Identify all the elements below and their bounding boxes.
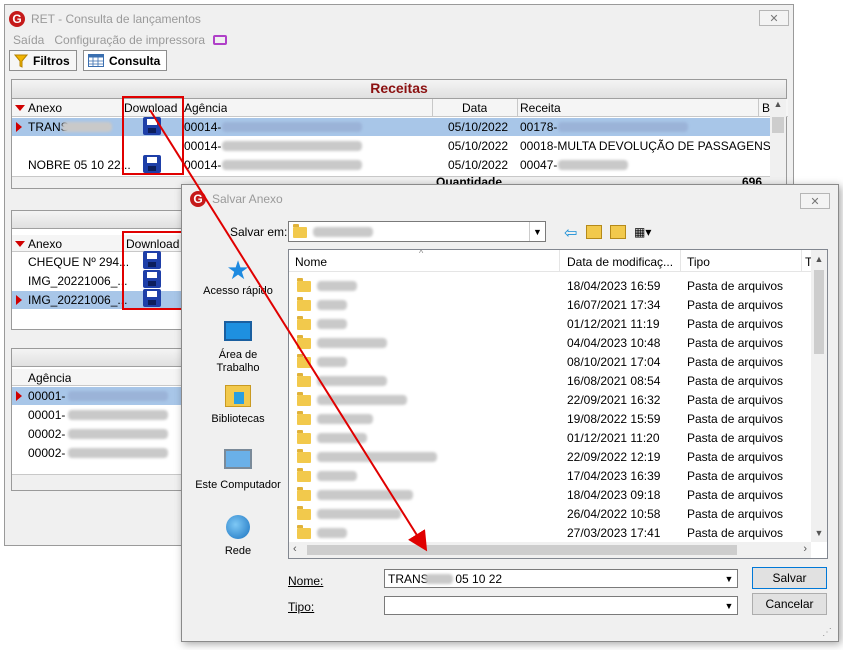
annotation-arrow (149, 109, 428, 552)
